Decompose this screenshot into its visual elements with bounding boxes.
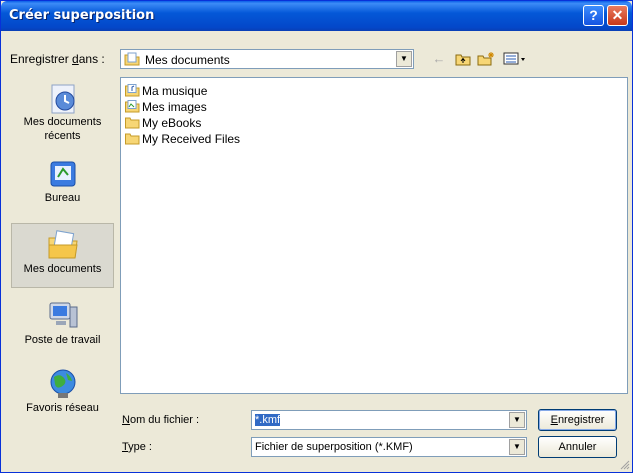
network-globe-icon (50, 369, 75, 398)
place-my-documents[interactable]: Mes documents (11, 223, 114, 288)
title-bar[interactable]: Créer superposition ? ✕ (1, 1, 632, 31)
filetype-combo[interactable]: Fichier de superposition (*.KMF) ▼ (251, 437, 527, 457)
folder-icon (125, 133, 140, 145)
save-in-label-part2: ans : (78, 52, 105, 66)
save-dialog: Créer superposition ? ✕ Enregistrer dans… (0, 0, 633, 473)
save-in-label-part: Enregistrer (10, 52, 73, 66)
file-name: Mes images (142, 100, 207, 114)
filetype-label: Type : (122, 441, 152, 453)
place-recent-documents[interactable]: Mes documents récents (11, 81, 114, 143)
file-name: Ma musique (142, 84, 208, 98)
close-button[interactable]: ✕ (607, 5, 628, 26)
save-in-combo[interactable]: Mes documents ▼ (120, 49, 414, 69)
arrow-left-icon: ← (432, 51, 446, 66)
save-in-value: Mes documents (145, 53, 230, 67)
desktop-icon (50, 161, 75, 187)
save-in-accel: d (72, 52, 79, 66)
filename-combo[interactable]: *.kmf ▼ (251, 410, 527, 430)
save-accel: E (550, 414, 558, 426)
folder-icon (125, 117, 140, 129)
views-menu-icon (503, 52, 525, 65)
up-folder-button[interactable] (453, 50, 473, 68)
my-documents-icon (48, 230, 78, 259)
music-folder-icon (125, 84, 140, 97)
place-label: Mes documents (23, 116, 102, 128)
place-network[interactable]: Favoris réseau (11, 367, 114, 415)
file-name: My eBooks (142, 116, 202, 130)
chevron-down-icon[interactable]: ▼ (396, 51, 412, 67)
cancel-button[interactable]: Annuler (538, 436, 617, 458)
chevron-down-icon[interactable]: ▼ (509, 412, 525, 428)
pictures-folder-icon (125, 100, 140, 113)
resize-grip-icon[interactable] (618, 458, 630, 470)
filename-label: Nom du fichier : (122, 414, 199, 426)
file-list[interactable]: Ma musique Mes images My eBooks My Recei… (120, 77, 628, 394)
place-label: Bureau (44, 192, 81, 204)
file-name: My Received Files (142, 132, 241, 146)
place-label: récents (44, 130, 81, 142)
folder-up-icon (455, 54, 471, 66)
filename-label-text: om du fichier : (129, 414, 200, 426)
save-label: nregistrer (557, 414, 605, 426)
my-computer-icon (49, 302, 77, 328)
place-desktop[interactable]: Bureau (11, 157, 114, 205)
save-button[interactable]: Enregistrer (538, 409, 617, 431)
filename-accel: N (122, 414, 130, 426)
place-my-computer[interactable]: Poste de travail (11, 299, 114, 347)
window-title: Créer superposition (9, 8, 155, 23)
place-label: Mes documents (23, 263, 102, 275)
chevron-down-icon[interactable]: ▼ (509, 439, 525, 455)
filename-value: *.kmf (255, 414, 281, 426)
views-menu-button[interactable] (502, 50, 528, 68)
new-folder-icon (477, 52, 494, 66)
filetype-value: Fichier de superposition (*.KMF) (255, 441, 413, 453)
back-button[interactable]: ← (429, 50, 449, 68)
place-label: Poste de travail (24, 334, 101, 346)
save-in-label: Enregistrer dans : (10, 52, 105, 66)
my-documents-folder-icon (124, 52, 140, 66)
place-label: Favoris réseau (26, 402, 99, 414)
recent-documents-icon (51, 84, 74, 114)
filename-input[interactable]: *.kmf (255, 414, 281, 426)
filetype-label-text: ype : (128, 441, 152, 453)
new-folder-button[interactable] (476, 50, 496, 68)
places-bar: Mes documents récents Bureau Mes documen… (11, 75, 114, 430)
help-button[interactable]: ? (583, 5, 604, 26)
